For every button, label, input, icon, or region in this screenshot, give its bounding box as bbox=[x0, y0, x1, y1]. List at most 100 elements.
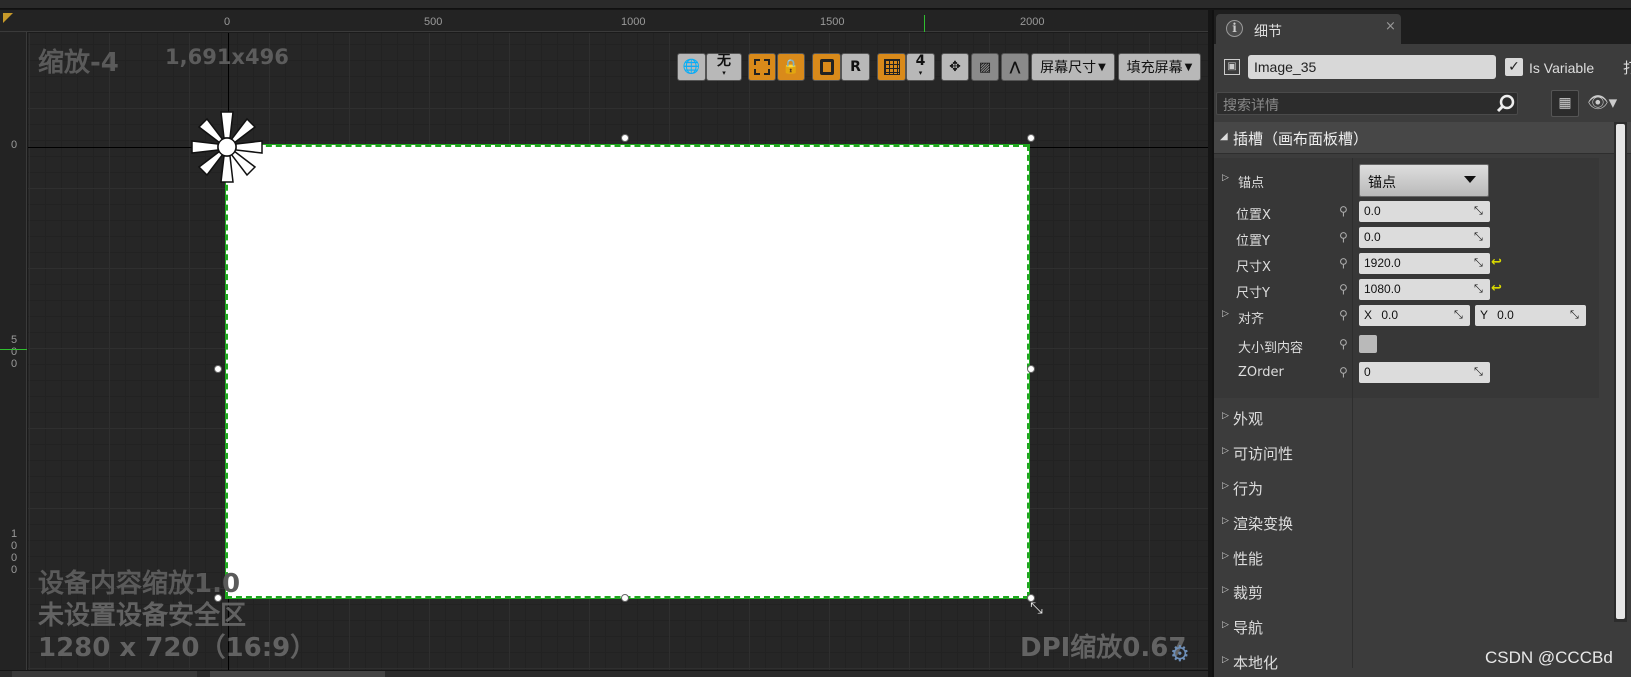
category-clipping[interactable]: ▷ 裁剪 bbox=[1214, 577, 1599, 607]
view-options-eye-icon[interactable]: 👁▾ bbox=[1587, 93, 1617, 113]
category-accessibility[interactable]: ▷ 可访问性 bbox=[1214, 438, 1599, 468]
size-y-field[interactable]: 1080.0 ⤡ bbox=[1359, 279, 1490, 300]
anchor-flower-icon[interactable] bbox=[188, 108, 266, 186]
chevron-down-icon: ▾ bbox=[918, 69, 923, 77]
size-x-field[interactable]: 1920.0 ⤡ bbox=[1359, 253, 1490, 274]
flip-button[interactable]: ⋀ bbox=[1001, 53, 1029, 81]
bottom-tab[interactable] bbox=[210, 671, 385, 677]
alignment-x-field[interactable]: X 0.0 ⤡ bbox=[1359, 305, 1470, 326]
collapsed-arrow-icon: ▷ bbox=[1222, 655, 1229, 665]
locale-dropdown[interactable]: 无 ▾ bbox=[706, 53, 742, 81]
alignment-y-field[interactable]: Y 0.0 ⤡ bbox=[1475, 305, 1586, 326]
bind-pin-icon[interactable]: ⚲ bbox=[1339, 308, 1348, 322]
screen-size-dropdown[interactable]: 屏幕尺寸 ▼ bbox=[1031, 53, 1115, 81]
locale-globe-button[interactable]: 🌐 bbox=[677, 53, 706, 81]
property-matrix-button[interactable]: ▦ bbox=[1551, 90, 1579, 117]
resize-arrow-icon[interactable]: ⤡ bbox=[1030, 598, 1043, 618]
locale-value: 无 bbox=[717, 53, 731, 69]
spinner-icon: ⤡ bbox=[1474, 205, 1483, 217]
pos-y-field[interactable]: 0.0 ⤡ bbox=[1359, 227, 1490, 248]
resize-handle-bottom[interactable] bbox=[621, 594, 629, 602]
resize-handle-top-right[interactable] bbox=[1027, 134, 1035, 142]
background-toggle-button[interactable]: ▨ bbox=[971, 53, 999, 81]
device-resolution-label: 1280 x 720（16:9） bbox=[38, 633, 317, 663]
bind-pin-icon[interactable]: ⚲ bbox=[1339, 230, 1348, 244]
ruler-tick: 1000 bbox=[621, 16, 646, 28]
bottom-tab[interactable] bbox=[12, 671, 197, 677]
category-label: 导航 bbox=[1233, 619, 1264, 637]
resize-handle-right[interactable] bbox=[1027, 365, 1035, 373]
slot-section-header[interactable]: ◢ 插槽（画布面板槽） bbox=[1214, 122, 1631, 154]
anchor-dropdown[interactable]: 锚点 bbox=[1359, 164, 1489, 197]
respect-locks-button[interactable] bbox=[812, 53, 841, 81]
grid-snap-toggle[interactable] bbox=[877, 53, 906, 81]
spinner-icon: ⤡ bbox=[1474, 366, 1483, 378]
category-performance[interactable]: ▷ 性能 bbox=[1214, 543, 1599, 573]
bind-pin-icon[interactable]: ⚲ bbox=[1339, 365, 1348, 379]
caret-down-icon bbox=[1464, 176, 1476, 183]
image-widget-selected[interactable] bbox=[225, 144, 1030, 599]
chevron-down-icon: ▾ bbox=[722, 69, 726, 77]
caret-down-icon: ▼ bbox=[1098, 61, 1106, 73]
bind-pin-icon[interactable]: ⚲ bbox=[1339, 204, 1348, 218]
prop-row-size-x: 尺寸X ⚲ 1920.0 ⤡ ↩ bbox=[1214, 252, 1599, 277]
category-label: 本地化 bbox=[1233, 654, 1279, 672]
category-label: 渲染变换 bbox=[1233, 515, 1294, 533]
resize-handle-left[interactable] bbox=[214, 365, 222, 373]
reset-to-default-icon[interactable]: ↩ bbox=[1491, 281, 1502, 296]
pos-x-field[interactable]: 0.0 ⤡ bbox=[1359, 201, 1490, 222]
dpi-settings-gear-icon[interactable]: ⚙ bbox=[1170, 642, 1190, 667]
category-appearance[interactable]: ▷ 外观 bbox=[1214, 403, 1599, 433]
reset-to-default-icon[interactable]: ↩ bbox=[1491, 255, 1502, 270]
grid-snap-dropdown[interactable]: 4 ▾ bbox=[906, 53, 935, 81]
details-tab-bar: i 细节 × bbox=[1214, 10, 1631, 44]
prop-label: 尺寸X bbox=[1236, 260, 1271, 275]
category-navigation[interactable]: ▷ 导航 bbox=[1214, 612, 1599, 642]
prop-label: 大小到内容 bbox=[1238, 341, 1304, 356]
prop-row-pos-x: 位置X ⚲ 0.0 ⤡ bbox=[1214, 200, 1599, 225]
spinner-icon: ⤡ bbox=[1454, 309, 1463, 321]
bind-pin-icon[interactable]: ⚲ bbox=[1339, 337, 1348, 351]
truncated-button-label[interactable]: 打 bbox=[1623, 57, 1631, 78]
search-row: 搜索详情 ▦ 👁▾ bbox=[1214, 90, 1631, 118]
lock-button[interactable]: 🔒 bbox=[777, 53, 805, 81]
collapsed-arrow-icon: ▷ bbox=[1222, 411, 1229, 421]
r-label: R bbox=[850, 59, 861, 75]
collapsed-arrow-icon: ▷ bbox=[1222, 585, 1229, 595]
ruler-tick: 1 0 0 0 bbox=[11, 528, 18, 576]
fill-screen-dropdown[interactable]: 填充屏幕 ▼ bbox=[1118, 53, 1201, 81]
close-icon[interactable]: × bbox=[1385, 19, 1396, 34]
designer-viewport[interactable]: 0 500 1000 1500 2000 0 5 0 0 1 0 0 0 缩放-… bbox=[0, 10, 1208, 670]
ruler-tick: 2000 bbox=[1020, 16, 1045, 28]
outline-toggle-button[interactable] bbox=[748, 53, 776, 81]
zoom-to-fit-button[interactable]: ✥ bbox=[941, 53, 969, 81]
alignment-y-label: Y bbox=[1480, 308, 1488, 322]
category-render-transform[interactable]: ▷ 渲染变换 bbox=[1214, 508, 1599, 538]
tab-details[interactable]: i 细节 × bbox=[1216, 14, 1401, 44]
bind-pin-icon[interactable]: ⚲ bbox=[1339, 256, 1348, 270]
details-scrollbar-thumb[interactable] bbox=[1616, 124, 1625, 619]
top-strip bbox=[0, 0, 1631, 9]
prop-row-alignment: ▷ 对齐 ⚲ X 0.0 ⤡ Y 0.0 ⤡ bbox=[1214, 304, 1599, 329]
size-y-value: 1080.0 bbox=[1364, 282, 1401, 296]
bottom-tab-bar bbox=[0, 671, 1208, 677]
bind-pin-icon[interactable]: ⚲ bbox=[1339, 282, 1348, 296]
ruler-tick: 500 bbox=[424, 16, 443, 28]
zorder-field[interactable]: 0 ⤡ bbox=[1359, 362, 1490, 383]
search-placeholder: 搜索详情 bbox=[1223, 98, 1279, 114]
slot-properties: ▷ 锚点 锚点 位置X ⚲ 0.0 ⤡ 位置Y ⚲ 0.0 ⤡ 尺寸X ⚲ 19… bbox=[1214, 158, 1599, 398]
widget-name-input[interactable] bbox=[1248, 55, 1496, 79]
size-to-content-checkbox[interactable] bbox=[1359, 335, 1377, 353]
render-mode-button[interactable]: R bbox=[841, 53, 870, 81]
prop-label: 位置X bbox=[1236, 208, 1271, 223]
collapsed-arrow-icon[interactable]: ▷ bbox=[1222, 173, 1229, 183]
ruler-marker bbox=[924, 15, 925, 32]
list-grid-icon: ▦ bbox=[1558, 95, 1572, 111]
resize-handle-top[interactable] bbox=[621, 134, 629, 142]
category-behavior[interactable]: ▷ 行为 bbox=[1214, 473, 1599, 503]
image-widget-icon: ▣ bbox=[1224, 59, 1240, 75]
search-details-input[interactable]: 搜索详情 bbox=[1216, 92, 1518, 115]
is-variable-checkbox[interactable]: ✓ bbox=[1505, 58, 1523, 76]
collapsed-arrow-icon: ▷ bbox=[1222, 446, 1229, 456]
collapsed-arrow-icon[interactable]: ▷ bbox=[1222, 309, 1229, 319]
